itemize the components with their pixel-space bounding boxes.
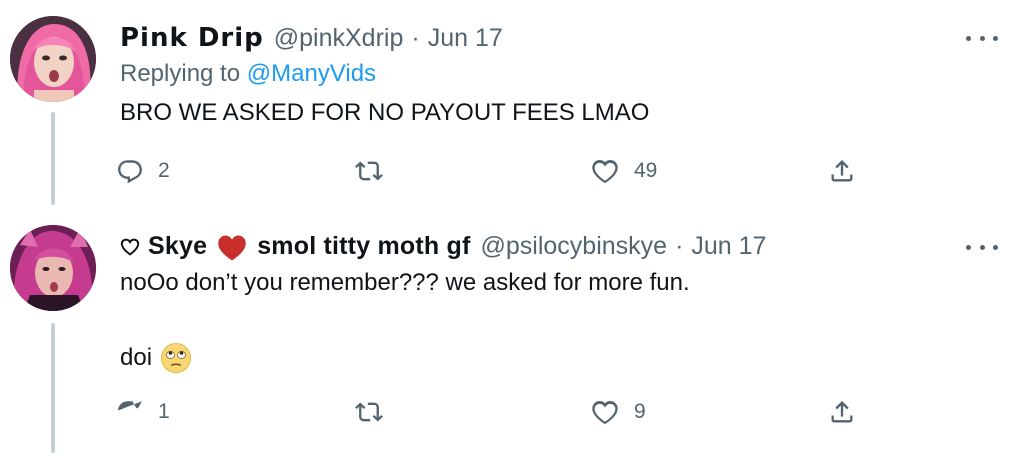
reply-button[interactable]: 1 [116, 392, 170, 432]
tweet[interactable]: Pink Drip @pinkXdrip · Jun 17 Replying t… [0, 0, 1024, 205]
separator: · [411, 23, 420, 52]
face-with-rolling-eyes-icon [161, 343, 192, 373]
reply-button[interactable]: 2 [116, 151, 170, 191]
timestamp[interactable]: Jun 17 [428, 24, 503, 53]
replying-to-label: Replying to [120, 60, 247, 87]
share-button[interactable] [828, 392, 856, 432]
display-name-part-1[interactable]: Skye [148, 232, 207, 261]
more-icon-dot [993, 35, 998, 41]
replying-to: Replying to @ManyVids [120, 60, 376, 88]
share-icon [831, 401, 853, 423]
like-button[interactable]: 49 [590, 151, 657, 191]
reply-icon [118, 401, 142, 411]
reply-icon [118, 160, 142, 184]
retweet-icon [355, 161, 383, 181]
reply-count: 1 [158, 400, 170, 423]
like-count: 9 [634, 400, 646, 423]
separator: · [675, 231, 684, 260]
mention-link[interactable]: @ManyVids [247, 60, 376, 87]
tweet-text-line-2: doi [120, 342, 192, 374]
retweet-button[interactable] [354, 392, 398, 432]
action-bar: 1 9 [116, 392, 876, 432]
display-name[interactable]: Pink Drip [120, 23, 264, 53]
thread-line [51, 112, 55, 205]
red-heart-icon [218, 235, 246, 261]
more-button[interactable] [966, 235, 998, 259]
more-icon-dot [993, 244, 998, 250]
tweet-text-doi: doi [120, 344, 153, 371]
tweet-text-line-1: noOo don’t you remember??? we asked for … [120, 269, 690, 296]
heart-icon [592, 400, 618, 425]
more-icon-dot [979, 35, 985, 41]
share-button[interactable] [828, 151, 856, 191]
heart-icon [592, 159, 618, 184]
reply-thread: Pink Drip @pinkXdrip · Jun 17 Replying t… [0, 0, 1024, 462]
display-name-part-2[interactable]: smol titty moth gf [257, 232, 470, 261]
tweet[interactable]: Skye smol titty moth gf @psilocybinskye … [0, 205, 1024, 462]
handle[interactable]: @psilocybinskye [481, 232, 668, 261]
tweet-header: Skye smol titty moth gf @psilocybinskye … [120, 226, 766, 266]
reply-count: 2 [158, 159, 170, 182]
like-count: 49 [634, 159, 658, 182]
thread-line [51, 323, 55, 453]
tweet-text: BRO WE ASKED FOR NO PAYOUT FEES LMAO [120, 99, 650, 126]
more-icon [966, 244, 971, 250]
avatar[interactable] [10, 225, 96, 311]
share-icon [831, 160, 853, 182]
outline-heart-icon [120, 238, 140, 256]
action-bar: 2 49 [116, 151, 876, 191]
timestamp[interactable]: Jun 17 [691, 232, 766, 261]
like-button[interactable]: 9 [590, 392, 646, 432]
more-icon [966, 35, 971, 41]
more-icon-dot [979, 244, 985, 250]
more-button[interactable] [966, 26, 998, 50]
retweet-button[interactable] [354, 151, 398, 191]
retweet-icon [355, 402, 383, 422]
handle[interactable]: @pinkXdrip [274, 24, 404, 53]
avatar[interactable] [10, 16, 96, 102]
tweet-header: Pink Drip @pinkXdrip · Jun 17 [120, 18, 503, 58]
